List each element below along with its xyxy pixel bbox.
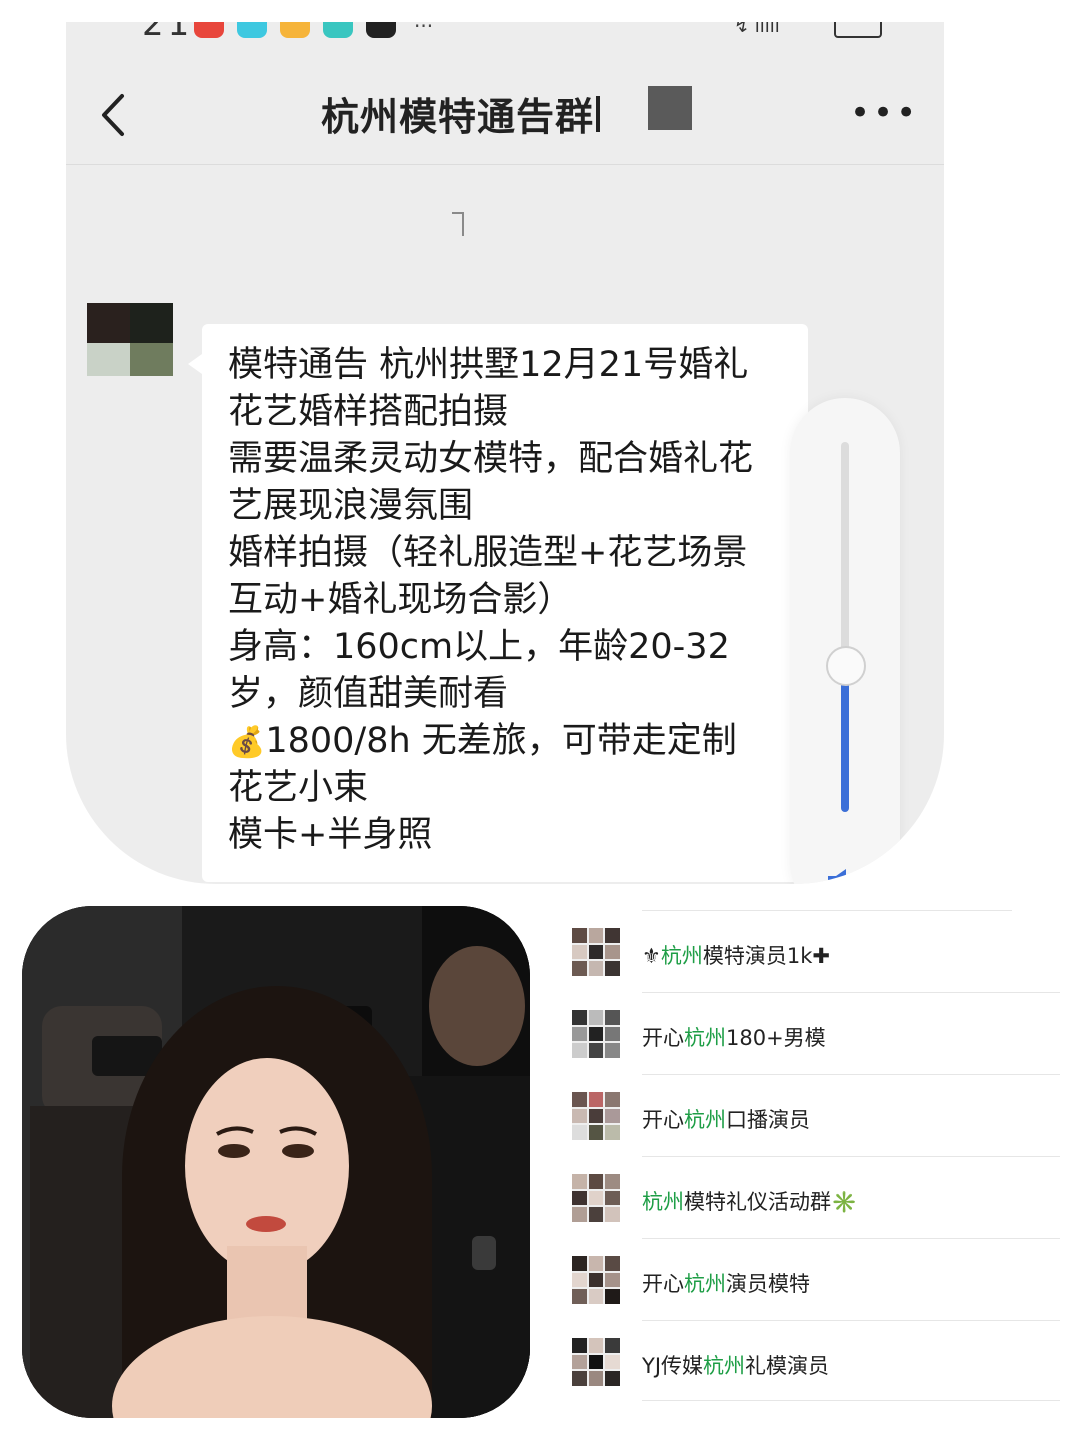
divider xyxy=(642,1238,1060,1239)
app-teal-icon xyxy=(323,22,353,38)
group-avatar xyxy=(572,1010,620,1058)
group-item[interactable]: 开心杭州口播演员 xyxy=(560,1076,1070,1156)
text-cursor xyxy=(596,96,600,132)
message-line: 模特通告 杭州拱墅12月21号婚礼 xyxy=(228,345,749,385)
group-avatar xyxy=(572,1338,620,1386)
group-avatar xyxy=(572,928,620,976)
group-name: ⚜杭州模特演员1k✚ xyxy=(642,944,830,968)
group-avatar xyxy=(572,1174,620,1222)
status-time: 21 xyxy=(142,22,194,44)
group-item[interactable]: 开心杭州演员模特 xyxy=(560,1240,1070,1320)
group-item[interactable]: 开心杭州180+男模 xyxy=(560,994,1070,1074)
divider xyxy=(642,910,1012,911)
message-line: 岁，颜值甜美耐看 xyxy=(228,674,509,714)
message-line: 💰1800/8h 无差旅，可带走定制 xyxy=(228,718,737,766)
battery-icon xyxy=(834,22,882,38)
divider xyxy=(642,1074,1060,1075)
group-name: 开心杭州口播演员 xyxy=(642,1108,810,1132)
group-name: 开心杭州180+男模 xyxy=(642,1026,826,1050)
message-line: 身高：160cm以上，年龄20-32 xyxy=(228,627,730,667)
group-avatar xyxy=(572,1092,620,1140)
chat-title: 杭州模特通告群 xyxy=(321,95,595,139)
divider xyxy=(642,1320,1060,1321)
group-name: 开心杭州演员模特 xyxy=(642,1272,810,1296)
soul-icon xyxy=(366,22,396,38)
model-photo xyxy=(22,906,530,1418)
chat-yellow-icon xyxy=(280,22,310,38)
group-item[interactable]: YJ传媒杭州礼模演员 xyxy=(560,1322,1070,1402)
message-line: 花艺小束 xyxy=(228,768,369,808)
group-name: 杭州模特礼仪活动群✳️ xyxy=(642,1190,858,1214)
divider xyxy=(642,992,1060,993)
app-cyan-icon xyxy=(237,22,267,38)
message-line: 互动+婚礼现场合影） xyxy=(228,580,573,620)
message-line: 模卡+半身照 xyxy=(228,815,433,855)
phone-missed-icon xyxy=(194,22,224,38)
group-name: YJ传媒杭州礼模演员 xyxy=(642,1354,830,1378)
redacted-block xyxy=(648,86,692,130)
more-icon[interactable]: ••• xyxy=(850,96,919,130)
back-icon[interactable] xyxy=(96,92,136,138)
signal-icon: ↯ ıılll xyxy=(734,22,780,37)
divider xyxy=(642,1400,1060,1401)
group-avatar xyxy=(572,1256,620,1304)
sender-avatar[interactable] xyxy=(87,303,173,376)
chat-nav-bar: 杭州模特通告群 ••• xyxy=(66,72,944,165)
volume-slider-handle[interactable] xyxy=(826,646,866,686)
message-bubble[interactable]: 模特通告 杭州拱墅12月21号婚礼 花艺婚样搭配拍摄 需要温柔灵动女模特，配合婚… xyxy=(188,324,808,882)
message-line: 花艺婚样搭配拍摄 xyxy=(228,392,509,432)
message-line: 需要温柔灵动女模特，配合婚礼花 xyxy=(228,439,754,479)
corner-mark xyxy=(452,212,464,236)
group-item[interactable]: 杭州模特礼仪活动群✳️ xyxy=(560,1158,1070,1238)
volume-fill xyxy=(841,664,849,812)
money-bag-icon: 💰 xyxy=(228,725,266,760)
message-line-text: 1800/8h 无差旅，可带走定制 xyxy=(265,721,737,761)
volume-panel xyxy=(790,398,900,884)
status-overflow: ... xyxy=(414,22,433,32)
message-line: 婚样拍摄（轻礼服造型+花艺场景 xyxy=(228,533,748,573)
message-line: 艺展现浪漫氛围 xyxy=(228,486,474,526)
divider xyxy=(642,1156,1060,1157)
chat-screenshot: 21 ... ↯ ıılll 杭州模特通告群 ••• 模特通告 杭州拱墅12月2… xyxy=(66,22,944,884)
group-item[interactable]: ⚜杭州模特演员1k✚ xyxy=(560,912,1070,992)
status-bar: 21 ... ↯ ıılll xyxy=(66,22,944,44)
speaker-icon[interactable] xyxy=(826,868,866,884)
